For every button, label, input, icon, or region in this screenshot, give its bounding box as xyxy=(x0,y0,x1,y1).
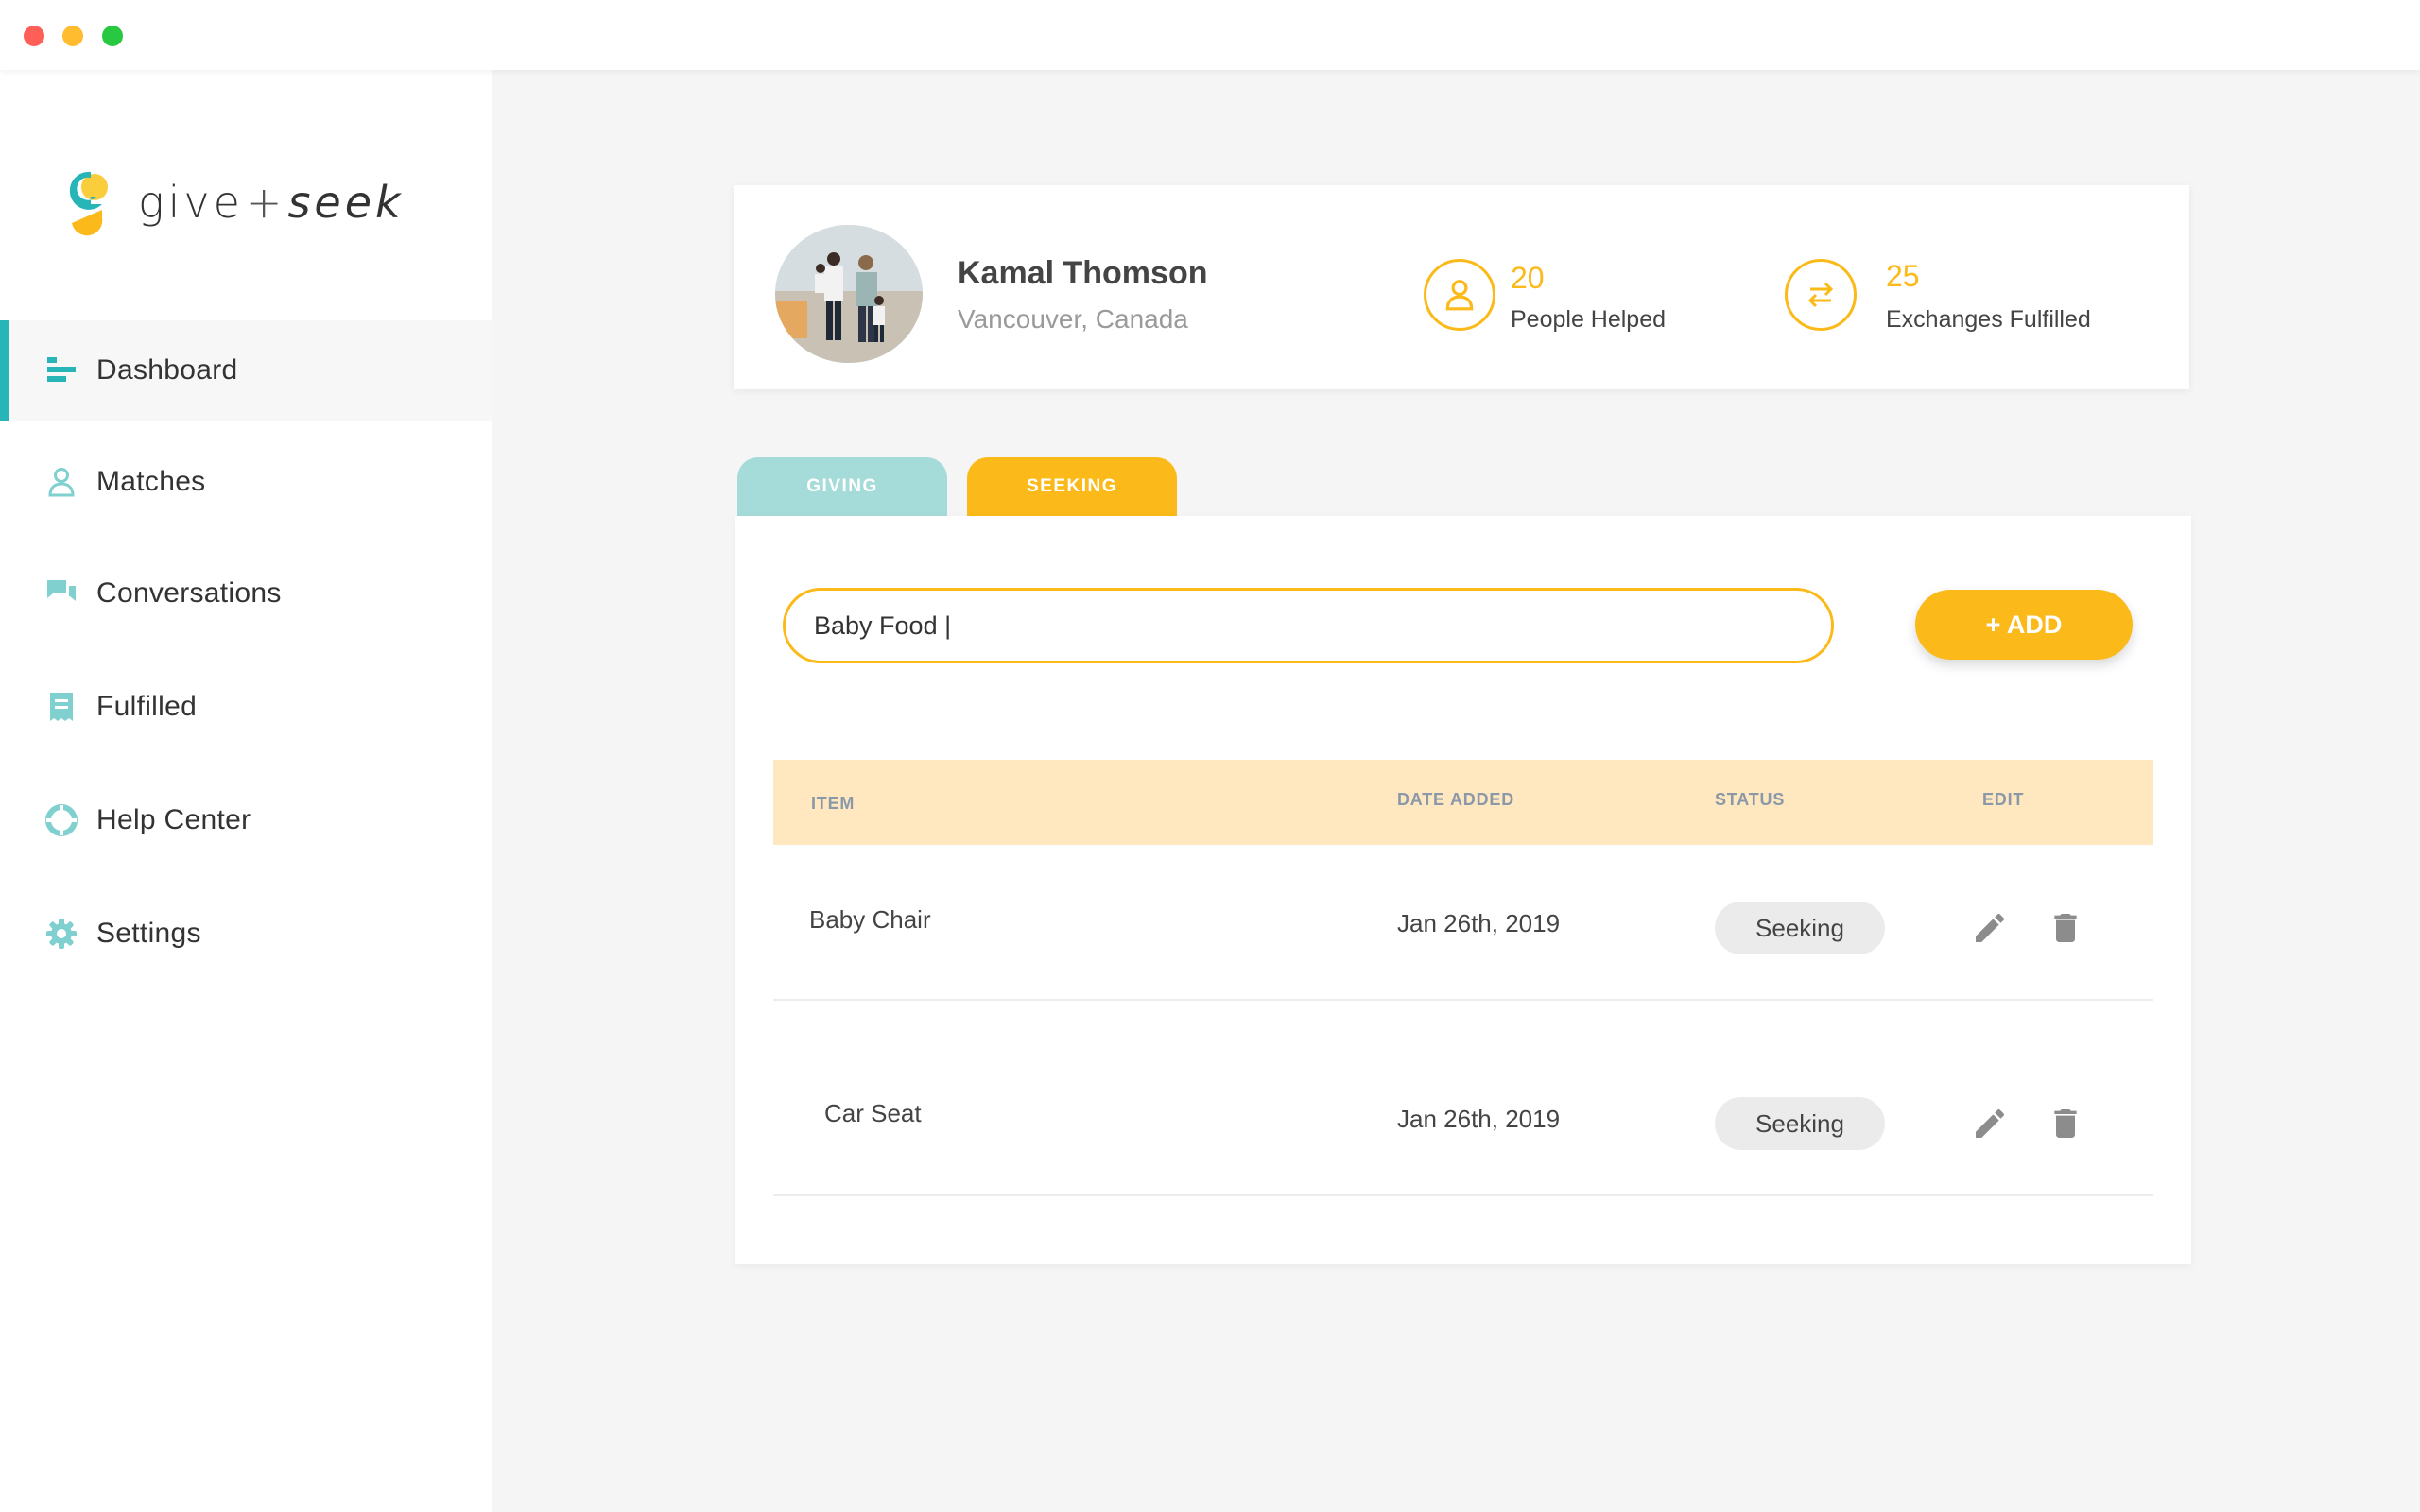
profile-name: Kamal Thomson xyxy=(958,255,1208,291)
exchanges-fulfilled-count: 25 xyxy=(1886,259,1920,293)
sidebar-item-label: Settings xyxy=(96,918,201,949)
sidebar-item-dashboard[interactable]: Dashboard xyxy=(0,320,492,421)
give-seek-logo-icon xyxy=(59,168,119,236)
gear-icon xyxy=(45,918,78,950)
column-header-item: ITEM xyxy=(811,794,856,813)
column-header-date-added: DATE ADDED xyxy=(1397,790,1514,809)
sidebar-item-help-center[interactable]: Help Center xyxy=(0,770,492,870)
brand-logo[interactable]: give+seek xyxy=(59,164,405,240)
minimize-window-button[interactable] xyxy=(62,26,83,46)
seeking-panel: + ADD ITEM DATE ADDED STATUS EDIT Baby C… xyxy=(735,516,2191,1264)
exchange-arrows-icon xyxy=(1785,259,1857,331)
brand-plus: + xyxy=(245,177,286,228)
sidebar-item-label: Matches xyxy=(96,466,206,497)
chat-icon xyxy=(45,577,78,610)
receipt-icon xyxy=(45,691,78,723)
sidebar-item-conversations[interactable]: Conversations xyxy=(0,543,492,644)
row-item-name: Baby Chair xyxy=(809,905,931,934)
profile-location: Vancouver, Canada xyxy=(958,304,1188,334)
column-header-edit: EDIT xyxy=(1982,790,2025,809)
item-search-input[interactable] xyxy=(783,588,1834,663)
status-badge: Seeking xyxy=(1715,902,1885,954)
edit-pencil-icon[interactable] xyxy=(1969,1103,2011,1144)
sidebar-item-label: Dashboard xyxy=(96,354,238,386)
exchanges-fulfilled-label: Exchanges Fulfilled xyxy=(1886,306,2091,333)
sidebar: give+seek Dashboard Matches Conversation… xyxy=(0,70,492,1512)
sidebar-item-matches[interactable]: Matches xyxy=(0,432,492,532)
sidebar-item-label: Fulfilled xyxy=(96,691,198,722)
sidebar-item-label: Conversations xyxy=(96,577,282,609)
lifebuoy-icon xyxy=(45,804,78,836)
people-helped-count: 20 xyxy=(1511,261,1545,295)
sidebar-item-settings[interactable]: Settings xyxy=(0,884,492,984)
row-date-added: Jan 26th, 2019 xyxy=(1397,1105,1561,1133)
add-item-button[interactable]: + ADD xyxy=(1915,590,2133,660)
window-titlebar xyxy=(0,0,2420,70)
maximize-window-button[interactable] xyxy=(102,26,123,46)
dashboard-icon xyxy=(45,354,78,387)
table-header: ITEM DATE ADDED STATUS EDIT xyxy=(773,760,2153,845)
brand-give: give xyxy=(138,177,244,228)
person-icon xyxy=(45,466,78,498)
column-header-status: STATUS xyxy=(1715,790,1786,809)
edit-pencil-icon[interactable] xyxy=(1969,907,2011,949)
status-badge: Seeking xyxy=(1715,1097,1885,1150)
row-item-name: Car Seat xyxy=(824,1099,922,1127)
profile-card: Kamal Thomson Vancouver, Canada 20 Peopl… xyxy=(734,185,2189,389)
avatar[interactable] xyxy=(775,225,923,363)
sidebar-item-label: Help Center xyxy=(96,804,251,835)
tab-giving[interactable]: GIVING xyxy=(737,457,947,516)
delete-trash-icon[interactable] xyxy=(2045,907,2086,949)
people-helped-icon xyxy=(1424,259,1495,331)
delete-trash-icon[interactable] xyxy=(2045,1103,2086,1144)
sidebar-item-fulfilled[interactable]: Fulfilled xyxy=(0,657,492,757)
row-date-added: Jan 26th, 2019 xyxy=(1397,909,1561,937)
tab-seeking[interactable]: SEEKING xyxy=(967,457,1177,516)
brand-seek: seek xyxy=(287,177,405,228)
close-window-button[interactable] xyxy=(24,26,44,46)
brand-wordmark: give+seek xyxy=(138,177,405,228)
people-helped-label: People Helped xyxy=(1511,306,1667,333)
table-row: Car Seat Jan 26th, 2019 Seeking xyxy=(773,1040,2153,1196)
table-row: Baby Chair Jan 26th, 2019 Seeking xyxy=(773,845,2153,1001)
